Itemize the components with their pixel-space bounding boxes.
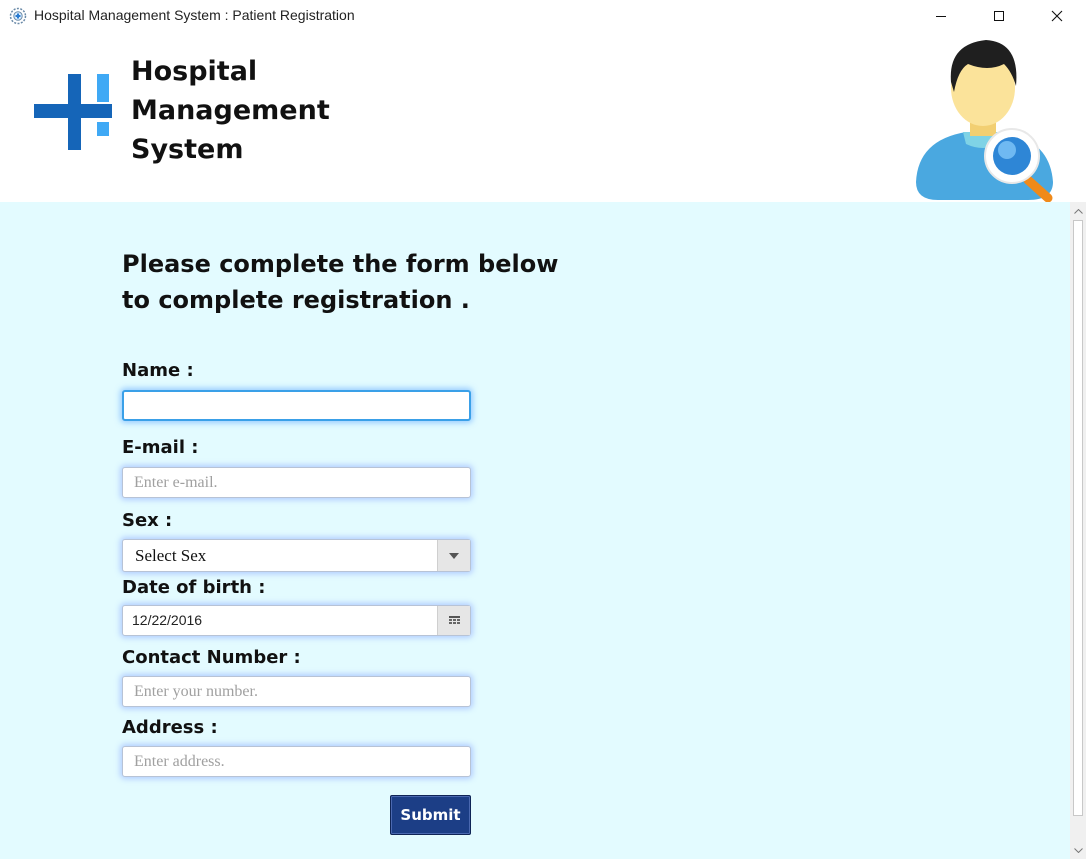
form-heading-line-1: Please complete the form below [122,250,559,278]
contact-label: Contact Number : [122,647,301,668]
scrollbar-thumb[interactable] [1073,220,1083,816]
name-input[interactable] [122,390,471,421]
app-header: Hospital Management System [0,32,1086,203]
contact-number-input[interactable] [122,676,471,707]
sex-select[interactable]: Select Sex [122,539,471,572]
patient-search-icon [916,40,1053,203]
brand-line-1: Hospital [131,56,258,87]
minimize-icon [936,16,946,17]
scroll-down-button[interactable] [1070,843,1086,857]
title-bar: Hospital Management System : Patient Reg… [0,0,1086,32]
address-input[interactable] [122,746,471,777]
maximize-button[interactable] [976,0,1022,32]
chevron-down-icon [1073,847,1083,853]
brand-line-2: Management [131,95,330,126]
dob-date-picker[interactable]: 12/22/2016 [122,605,471,636]
close-button[interactable] [1034,0,1080,32]
hospital-cross-logo [34,74,112,150]
dropdown-button[interactable] [437,540,470,571]
form-heading: Please complete the form below to comple… [122,246,562,318]
chevron-down-icon [449,552,459,559]
minimize-button[interactable] [918,0,964,32]
dob-value: 12/22/2016 [132,612,203,628]
calendar-button[interactable] [437,606,470,635]
maximize-icon [994,11,1004,21]
calendar-icon [448,615,460,624]
chevron-up-icon [1073,208,1083,214]
brand-name: Hospital Management System [131,52,330,169]
form-heading-line-2: to complete registration . [122,286,470,314]
registration-panel: Please complete the form below to comple… [0,202,1070,859]
brand-line-3: System [131,134,244,165]
name-label: Name : [122,360,194,381]
email-label: E-mail : [122,437,199,458]
scroll-up-button[interactable] [1070,204,1086,218]
dob-label: Date of birth : [122,577,266,598]
close-icon [1051,10,1063,22]
address-label: Address : [122,717,218,738]
email-input[interactable] [122,467,471,498]
window-title: Hospital Management System : Patient Reg… [34,7,355,23]
sex-select-value: Select Sex [135,546,207,565]
sex-label: Sex : [122,510,173,531]
vertical-scrollbar[interactable] [1070,202,1086,859]
submit-button[interactable]: Submit [390,795,471,835]
hospital-gear-icon [9,7,27,25]
